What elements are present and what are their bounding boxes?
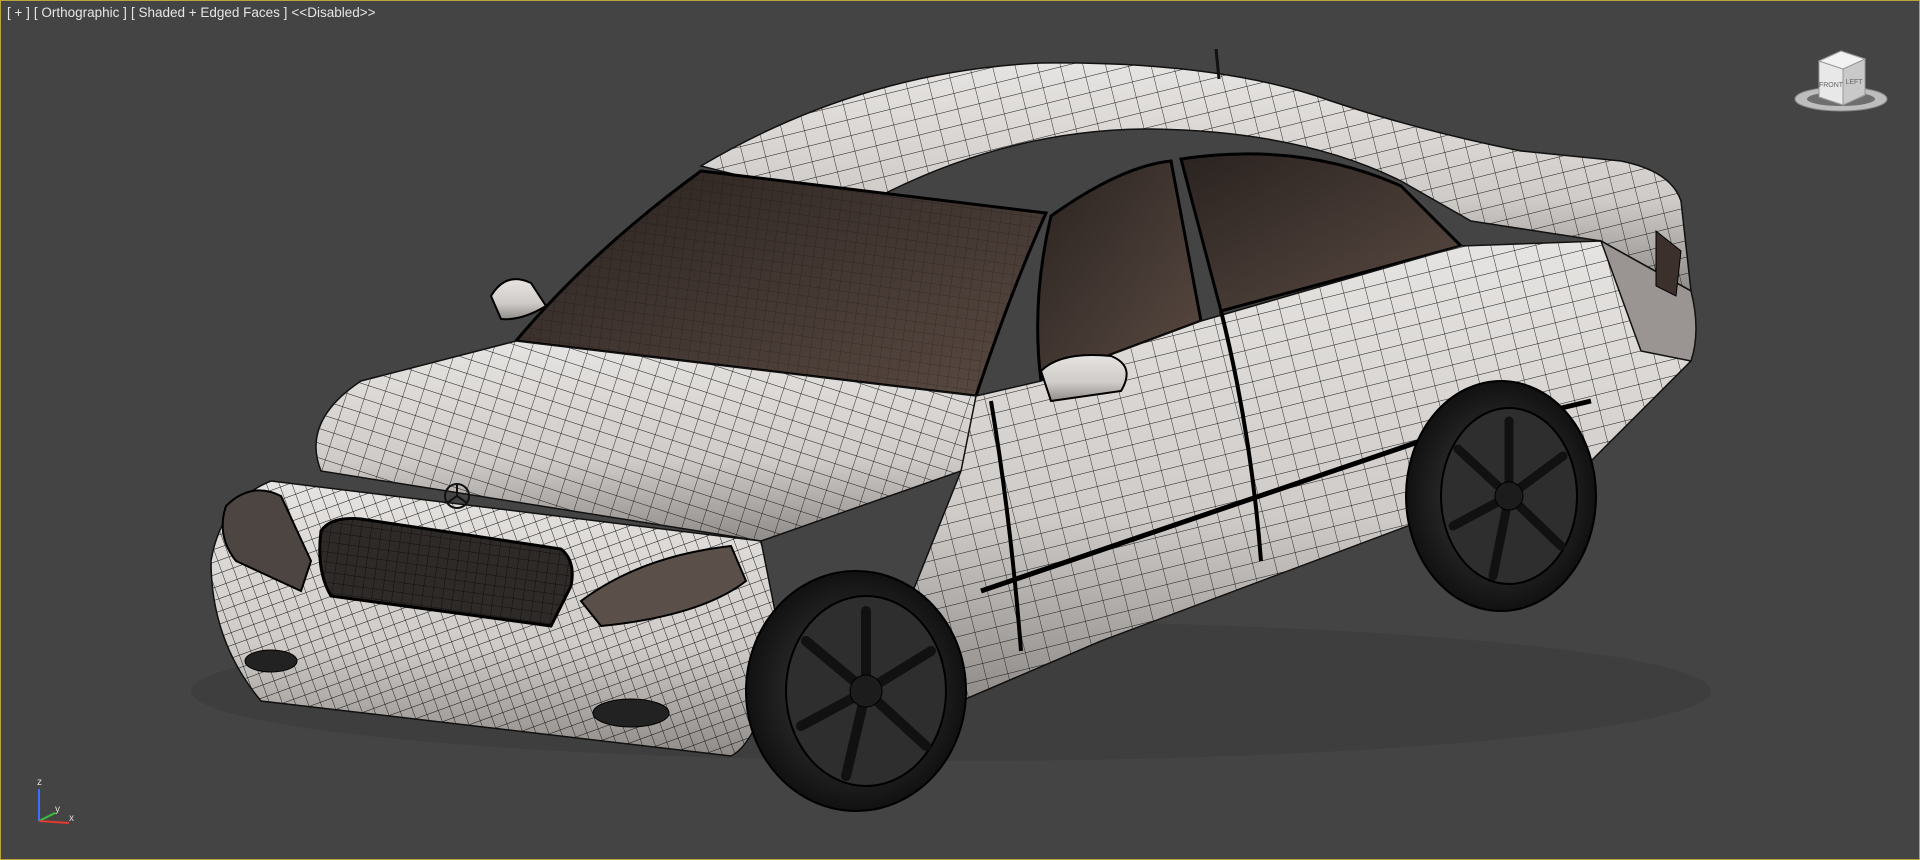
perspective-viewport[interactable]: [ + ] [ Orthographic ] [ Shaded + Edged …: [0, 0, 1920, 860]
car-model-render[interactable]: [1, 1, 1919, 859]
viewcube-widget[interactable]: FRONT LEFT: [1791, 41, 1891, 121]
x-axis-line: [38, 820, 70, 824]
y-axis-line: [38, 812, 56, 822]
car-left-mirror: [489, 278, 548, 321]
x-axis-label: x: [69, 813, 74, 824]
y-axis-label: y: [55, 804, 60, 815]
car-front-wheel: [745, 570, 967, 812]
car-fog-light: [592, 698, 670, 728]
viewcube-side-label: LEFT: [1845, 79, 1863, 86]
axis-tripod: z y x: [37, 777, 74, 824]
z-axis-label: z: [37, 777, 42, 788]
viewcube-front-label: FRONT: [1819, 82, 1844, 89]
car-rear-wheel: [1405, 380, 1597, 612]
